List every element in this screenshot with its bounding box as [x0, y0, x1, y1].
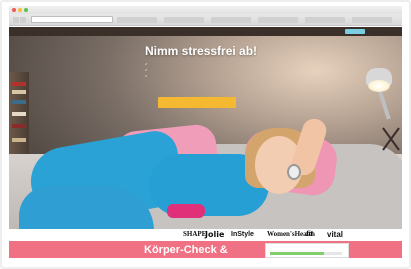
browser-tab[interactable] — [258, 17, 298, 23]
preview-progress-bar — [270, 252, 342, 255]
browser-tab[interactable] — [164, 17, 204, 23]
book-image — [12, 90, 26, 94]
title-bar — [9, 6, 402, 14]
tab-strip — [117, 17, 399, 23]
browser-toolbar — [9, 14, 402, 26]
site-logo[interactable] — [151, 29, 179, 34]
bottom-section: Körper-Check & — [9, 241, 402, 258]
browser-tab[interactable] — [352, 17, 392, 23]
instyle-logo: InStyle — [231, 231, 254, 238]
book-image — [12, 138, 26, 142]
hero-title: Nimm stressfrei ab! — [145, 44, 258, 58]
back-button[interactable] — [13, 17, 19, 23]
book-image — [12, 112, 26, 116]
close-window-button[interactable] — [12, 8, 16, 12]
window-title — [159, 7, 249, 11]
book-image — [12, 124, 26, 128]
shape-logo: SHAPE — [183, 230, 207, 238]
browser-tab[interactable] — [305, 17, 345, 23]
preview-logo — [270, 246, 300, 250]
pink-shirt-image — [167, 204, 205, 218]
checklist-item: ✔ — [145, 68, 245, 72]
app-preview-image — [265, 243, 349, 258]
address-bar[interactable] — [31, 16, 113, 23]
checkmark-icon: ✔ — [145, 74, 148, 78]
preview-progress-fill — [270, 252, 324, 255]
desk-lamp-image — [362, 58, 402, 120]
jolie-logo: Jolie — [205, 230, 225, 239]
browser-tab[interactable] — [117, 17, 157, 23]
headphones-icon — [287, 164, 301, 180]
press-logos-strip: SHAPE Jolie InStyle Women'sHealth fit vi… — [9, 229, 402, 240]
nav-link[interactable] — [215, 29, 237, 34]
maximize-window-button[interactable] — [24, 8, 28, 12]
book-image — [12, 100, 26, 104]
lamp-light-image — [368, 80, 390, 92]
wall-decoration-image — [382, 127, 400, 151]
blue-blanket-image — [19, 186, 154, 229]
forward-button[interactable] — [20, 17, 26, 23]
nav-link[interactable] — [241, 29, 259, 34]
header-cta-button[interactable] — [345, 29, 365, 34]
site-header — [9, 27, 402, 36]
vital-logo: vital — [327, 230, 344, 239]
book-image — [12, 82, 26, 86]
nav-link[interactable] — [189, 29, 211, 34]
cta-button[interactable] — [158, 97, 236, 108]
checklist-item: ✔ — [145, 74, 245, 78]
minimize-window-button[interactable] — [18, 8, 22, 12]
hero-checklist: ✔ ✔ ✔ — [145, 62, 245, 82]
checkmark-icon: ✔ — [145, 62, 148, 66]
fit-logo: fit — [306, 231, 313, 238]
address-text — [35, 18, 105, 22]
checkmark-icon: ✔ — [145, 68, 148, 72]
browser-tab[interactable] — [211, 17, 251, 23]
press-label — [157, 233, 183, 236]
checklist-item: ✔ — [145, 62, 245, 66]
hero-section: Nimm stressfrei ab! ✔ ✔ ✔ — [9, 36, 402, 229]
nav-link[interactable] — [263, 29, 285, 34]
browser-window: Nimm stressfrei ab! ✔ ✔ ✔ SHAPE Jolie In… — [9, 6, 402, 258]
screen: Nimm stressfrei ab! ✔ ✔ ✔ SHAPE Jolie In… — [0, 0, 411, 269]
section-heading: Körper-Check & — [144, 244, 228, 256]
